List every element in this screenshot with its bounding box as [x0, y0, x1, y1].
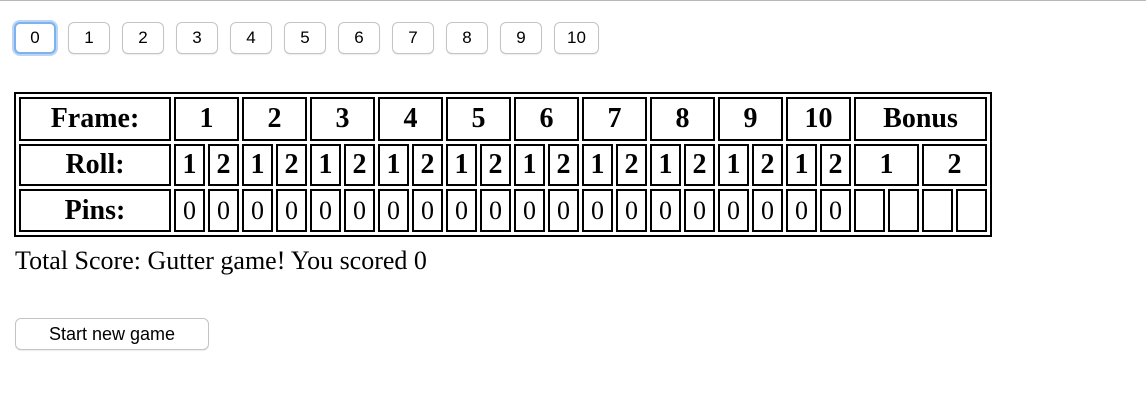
- roll-number: 2: [276, 144, 307, 186]
- roll-label: Roll:: [19, 144, 171, 186]
- roll-number: 1: [174, 144, 205, 186]
- pins-value: 0: [820, 189, 851, 232]
- pins-value: 0: [310, 189, 341, 232]
- frame-number-5: 5: [446, 97, 511, 141]
- pins-value: 0: [752, 189, 783, 232]
- frame-number-1: 1: [174, 97, 239, 141]
- pins-value: 0: [718, 189, 749, 232]
- pin-button-8[interactable]: 8: [446, 22, 488, 54]
- pins-value: 0: [208, 189, 239, 232]
- pin-button-7[interactable]: 7: [392, 22, 434, 54]
- roll-number: 1: [310, 144, 341, 186]
- roll-number: 1: [514, 144, 545, 186]
- roll-number: 2: [820, 144, 851, 186]
- pins-value: 0: [514, 189, 545, 232]
- pins-value: 0: [174, 189, 205, 232]
- frame-number-2: 2: [242, 97, 307, 141]
- roll-number: 2: [684, 144, 715, 186]
- pin-count-buttons: 0 1 2 3 4 5 6 7 8 9 10: [14, 22, 599, 54]
- roll-row: Roll: 1 2 1 2 1 2 1 2 1 2 1 2 1 2 1 2 1 2 1 2 1 2: [19, 144, 987, 186]
- bonus-pins-value: [922, 189, 953, 232]
- pin-button-9[interactable]: 9: [500, 22, 542, 54]
- pins-value: 0: [276, 189, 307, 232]
- roll-number: 1: [446, 144, 477, 186]
- pins-value: 0: [548, 189, 579, 232]
- frame-number-8: 8: [650, 97, 715, 141]
- frame-number-7: 7: [582, 97, 647, 141]
- frame-number-3: 3: [310, 97, 375, 141]
- pin-button-5[interactable]: 5: [284, 22, 326, 54]
- top-divider: [0, 0, 1146, 1]
- pin-button-0[interactable]: 0: [14, 22, 56, 54]
- frame-number-10: 10: [786, 97, 851, 141]
- roll-number: 2: [208, 144, 239, 186]
- roll-number: 1: [378, 144, 409, 186]
- pin-button-3[interactable]: 3: [176, 22, 218, 54]
- roll-number: 2: [412, 144, 443, 186]
- pin-button-4[interactable]: 4: [230, 22, 272, 54]
- pins-value: 0: [684, 189, 715, 232]
- pins-value: 0: [650, 189, 681, 232]
- pins-value: 0: [242, 189, 273, 232]
- roll-number: 1: [786, 144, 817, 186]
- pin-button-6[interactable]: 6: [338, 22, 380, 54]
- pins-value: 0: [446, 189, 477, 232]
- bonus-roll-number: 1: [854, 144, 919, 186]
- frame-number-6: 6: [514, 97, 579, 141]
- frame-number-4: 4: [378, 97, 443, 141]
- pin-button-1[interactable]: 1: [68, 22, 110, 54]
- pins-value: 0: [378, 189, 409, 232]
- pins-value: 0: [480, 189, 511, 232]
- roll-number: 2: [480, 144, 511, 186]
- roll-number: 2: [548, 144, 579, 186]
- pins-value: 0: [616, 189, 647, 232]
- bonus-pins-value: [956, 189, 987, 232]
- bonus-label: Bonus: [854, 97, 987, 141]
- pins-label: Pins:: [19, 189, 171, 232]
- roll-number: 1: [582, 144, 613, 186]
- bonus-pins-value: [854, 189, 885, 232]
- roll-number: 2: [344, 144, 375, 186]
- roll-number: 1: [718, 144, 749, 186]
- roll-number: 1: [242, 144, 273, 186]
- pins-value: 0: [344, 189, 375, 232]
- pin-button-10[interactable]: 10: [554, 22, 599, 54]
- pins-value: 0: [786, 189, 817, 232]
- pins-value: 0: [412, 189, 443, 232]
- roll-number: 1: [650, 144, 681, 186]
- pins-row: Pins: 0 0 0 0 0 0 0 0 0 0 0 0 0 0 0 0 0 0 0 0: [19, 189, 987, 232]
- start-new-game-button[interactable]: Start new game: [15, 318, 209, 350]
- bonus-roll-number: 2: [922, 144, 987, 186]
- bowling-scorecard: Frame: 1 2 3 4 5 6 7 8 9 10 Bonus Roll: 1 2 1 2 1 2 1 2 1 2 1 2…: [14, 92, 992, 237]
- pin-button-2[interactable]: 2: [122, 22, 164, 54]
- frame-label: Frame:: [19, 97, 171, 141]
- total-score: Total Score: Gutter game! You scored 0: [15, 246, 427, 275]
- roll-number: 2: [752, 144, 783, 186]
- frame-number-9: 9: [718, 97, 783, 141]
- frame-row: Frame: 1 2 3 4 5 6 7 8 9 10 Bonus: [19, 97, 987, 141]
- pins-value: 0: [582, 189, 613, 232]
- bonus-pins-value: [888, 189, 919, 232]
- roll-number: 2: [616, 144, 647, 186]
